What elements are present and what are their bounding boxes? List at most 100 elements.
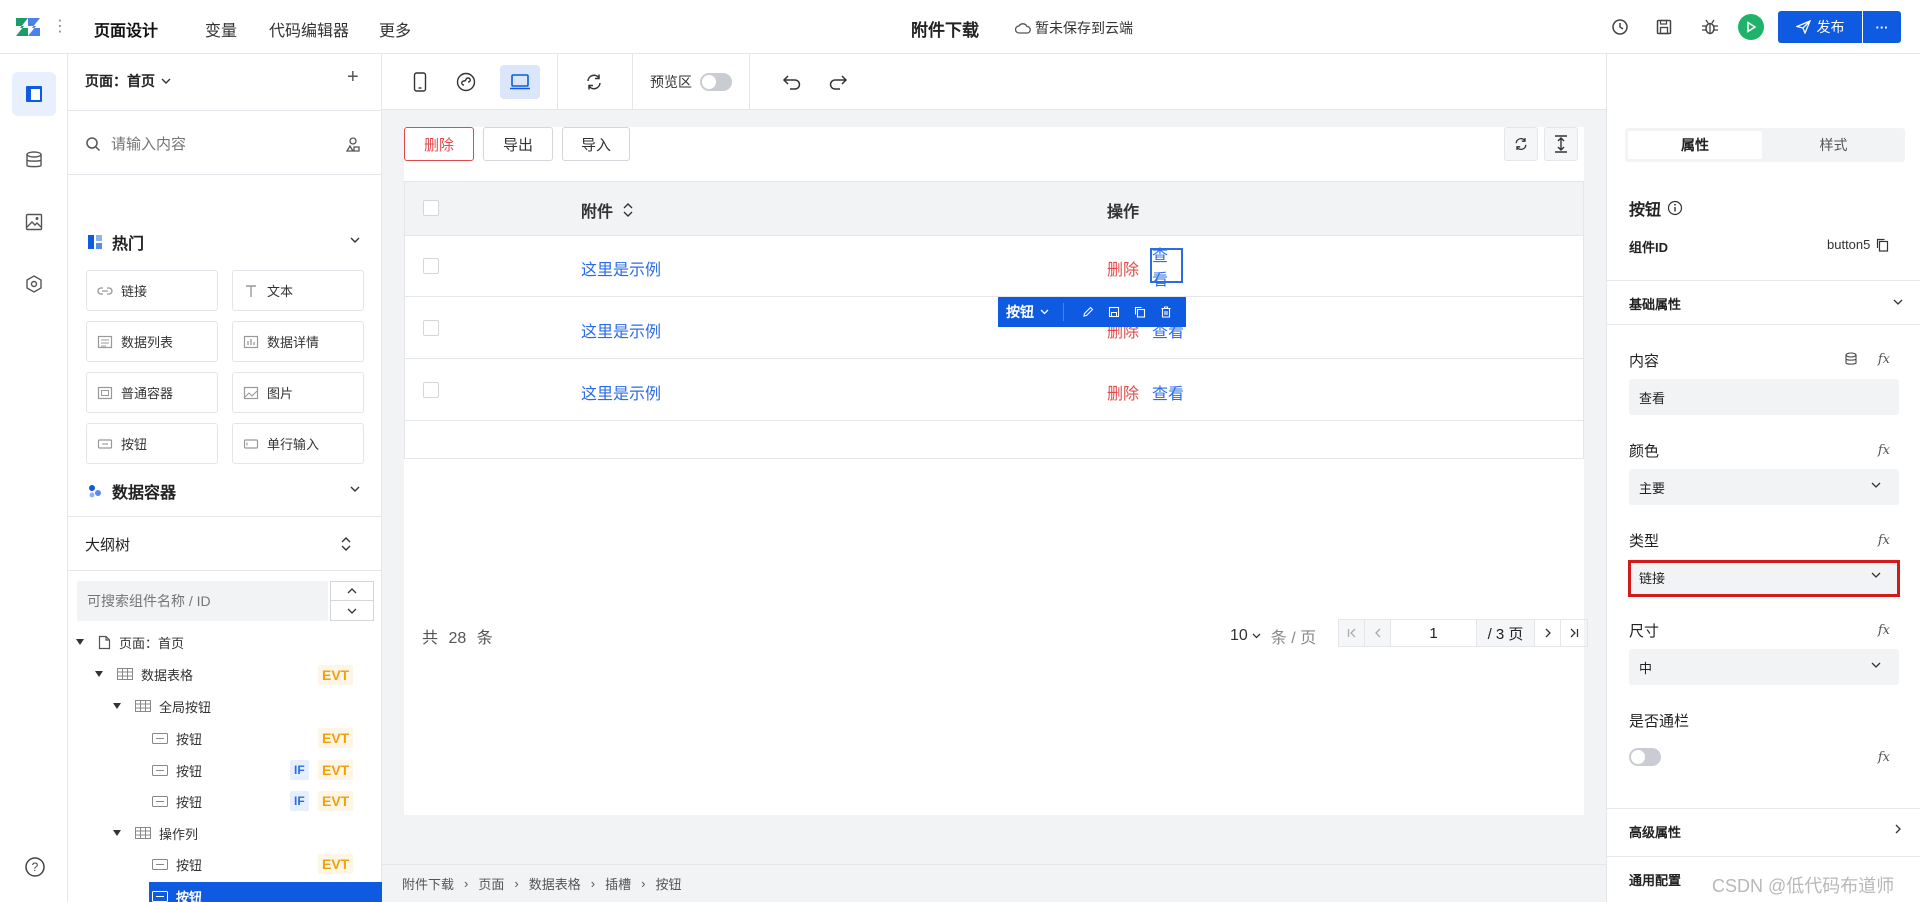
row-view-link-selected[interactable]: 查看 xyxy=(1150,248,1183,289)
run-preview-button[interactable] xyxy=(1738,14,1764,40)
rail-data-source[interactable] xyxy=(12,138,56,182)
fx-icon[interactable]: fx xyxy=(1878,750,1890,765)
nav-code-editor[interactable]: 代码编辑器 xyxy=(269,17,349,41)
import-button[interactable]: 导入 xyxy=(562,127,630,161)
content-input[interactable]: 查看 xyxy=(1629,379,1899,415)
row-delete-link[interactable]: 删除 xyxy=(1107,380,1139,404)
fx-icon[interactable]: fx xyxy=(1878,623,1890,638)
tree-node-page[interactable]: 页面：首页 xyxy=(76,628,184,656)
tree-node-button-selected[interactable]: 按钮 xyxy=(149,882,382,902)
component-type-select[interactable]: 按钮 xyxy=(998,303,1064,321)
row-checkbox[interactable] xyxy=(423,382,439,398)
save-template-icon[interactable] xyxy=(1108,306,1120,318)
info-icon[interactable] xyxy=(1667,200,1683,216)
publish-more-button[interactable]: ··· xyxy=(1863,11,1901,43)
data-container-section-header[interactable]: 数据容器 xyxy=(88,479,176,503)
save-icon[interactable] xyxy=(1654,17,1674,37)
tree-node-action-column[interactable]: 操作列 xyxy=(113,819,198,847)
tab-properties[interactable]: 属性 xyxy=(1628,131,1762,159)
outline-prev-button[interactable] xyxy=(330,581,374,601)
fx-icon[interactable]: fx xyxy=(1878,443,1890,458)
refresh-canvas-button[interactable] xyxy=(574,65,614,99)
row-checkbox[interactable] xyxy=(423,320,439,336)
rail-images[interactable] xyxy=(12,200,56,244)
add-page-icon[interactable]: + xyxy=(347,66,359,89)
delete-button[interactable]: 删除 xyxy=(404,127,474,161)
row-view-link[interactable]: 查看 xyxy=(1152,380,1184,404)
attachment-link[interactable]: 这里是示例 xyxy=(581,256,661,280)
nav-page-design[interactable]: 页面设计 xyxy=(94,17,158,41)
color-select[interactable]: 主要 xyxy=(1629,469,1899,505)
size-select[interactable]: 中 xyxy=(1629,649,1899,685)
tree-node-button[interactable]: 按钮 xyxy=(152,850,202,878)
attachment-link[interactable]: 这里是示例 xyxy=(581,380,661,404)
block-switch[interactable] xyxy=(1629,748,1661,766)
breadcrumb-item[interactable]: 插槽 xyxy=(605,874,631,893)
component-data-detail[interactable]: 数据详情 xyxy=(232,321,364,362)
breadcrumb-item[interactable]: 附件下载 xyxy=(402,874,454,893)
page-size-select[interactable]: 10 条 / 页 xyxy=(1230,624,1316,648)
component-link[interactable]: 链接 xyxy=(86,270,218,311)
device-desktop-button[interactable] xyxy=(500,65,540,99)
sort-icon[interactable] xyxy=(623,203,633,217)
outline-next-button[interactable] xyxy=(330,601,374,621)
help-icon[interactable]: ? xyxy=(24,856,46,878)
chevron-down-icon[interactable] xyxy=(350,237,360,243)
breadcrumb-item[interactable]: 按钮 xyxy=(655,874,681,893)
select-all-checkbox[interactable] xyxy=(423,200,439,216)
tab-style[interactable]: 样式 xyxy=(1765,131,1902,159)
chevron-right-icon[interactable] xyxy=(1895,824,1901,834)
redo-button[interactable] xyxy=(818,65,858,99)
rail-plugins[interactable] xyxy=(12,262,56,306)
advanced-section-title[interactable]: 高级属性 xyxy=(1629,822,1681,841)
device-miniapp-button[interactable] xyxy=(446,65,486,99)
basic-section-title[interactable]: 基础属性 xyxy=(1629,294,1681,313)
tree-node-button[interactable]: 按钮 xyxy=(152,756,202,784)
breadcrumb-item[interactable]: 数据表格 xyxy=(529,874,581,893)
table-refresh-button[interactable] xyxy=(1504,127,1538,161)
row-checkbox[interactable] xyxy=(423,258,439,274)
next-page-button[interactable] xyxy=(1535,620,1561,646)
page-select[interactable]: 页面：首页 xyxy=(85,71,171,91)
preview-toggle[interactable]: 预览区 xyxy=(650,72,732,92)
breadcrumb-item[interactable]: 页面 xyxy=(478,874,504,893)
component-image[interactable]: 图片 xyxy=(232,372,364,413)
chevron-down-icon[interactable] xyxy=(350,486,360,492)
component-data-list[interactable]: 数据列表 xyxy=(86,321,218,362)
hot-section-header[interactable]: 热门 xyxy=(88,230,144,254)
tree-node-data-table[interactable]: 数据表格 xyxy=(95,660,193,688)
last-page-button[interactable] xyxy=(1561,620,1587,646)
export-button[interactable]: 导出 xyxy=(483,127,553,161)
chevron-down-icon[interactable] xyxy=(1893,299,1903,305)
component-search-input[interactable] xyxy=(111,135,311,153)
component-text[interactable]: 文本 xyxy=(232,270,364,311)
component-input[interactable]: 单行输入 xyxy=(232,423,364,464)
general-section-title[interactable]: 通用配置 xyxy=(1629,870,1681,889)
outline-search-input[interactable] xyxy=(77,581,317,621)
copy-icon[interactable] xyxy=(1876,238,1889,252)
device-mobile-button[interactable] xyxy=(400,65,440,99)
type-select[interactable]: 链接 xyxy=(1629,559,1899,595)
copy-icon[interactable] xyxy=(1134,306,1146,318)
nav-more[interactable]: 更多 xyxy=(379,17,411,41)
attachment-link[interactable]: 这里是示例 xyxy=(581,318,661,342)
edit-icon[interactable] xyxy=(1082,306,1094,318)
undo-button[interactable] xyxy=(772,65,812,99)
column-header-attachment[interactable]: 附件 xyxy=(581,198,633,222)
app-menu-icon[interactable]: ⋮ xyxy=(52,16,68,36)
component-filter-icon[interactable] xyxy=(344,136,362,154)
prev-page-button[interactable] xyxy=(1365,620,1391,646)
delete-icon[interactable] xyxy=(1160,306,1172,318)
expand-collapse-icon[interactable] xyxy=(340,536,352,552)
preview-switch[interactable] xyxy=(700,73,732,91)
rail-components[interactable] xyxy=(12,72,56,116)
table-height-button[interactable] xyxy=(1544,127,1578,161)
app-logo-icon[interactable] xyxy=(14,14,42,40)
first-page-button[interactable] xyxy=(1339,620,1365,646)
tree-node-button[interactable]: 按钮 xyxy=(152,724,202,752)
outline-search[interactable] xyxy=(77,581,328,621)
component-button[interactable]: 按钮 xyxy=(86,423,218,464)
publish-button[interactable]: 发布 xyxy=(1778,11,1862,43)
nav-variables[interactable]: 变量 xyxy=(205,17,237,41)
tree-node-button[interactable]: 按钮 xyxy=(152,787,202,815)
